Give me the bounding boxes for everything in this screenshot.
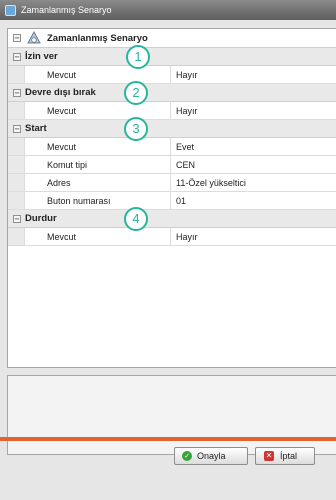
property-row[interactable]: Komut tipi CEN xyxy=(8,156,336,174)
property-name: Buton numarası xyxy=(25,192,171,209)
property-value[interactable]: Evet xyxy=(171,138,336,155)
accent-bar xyxy=(0,437,336,441)
onayla-label: Onayla xyxy=(197,451,226,461)
title-bar: Zamanlanmış Senaryo xyxy=(0,0,336,20)
callout-badge: 2 xyxy=(124,81,148,105)
callout-badge: 4 xyxy=(124,207,148,231)
property-row[interactable]: Mevcut Hayır xyxy=(8,228,336,246)
collapse-icon[interactable]: − xyxy=(13,52,21,61)
callout-badge: 3 xyxy=(124,117,148,141)
section-label: Devre dışı bırak xyxy=(25,87,96,98)
collapse-icon[interactable]: − xyxy=(13,34,21,42)
property-name: Mevcut xyxy=(25,66,171,83)
close-box-icon: ✕ xyxy=(264,451,274,461)
property-value[interactable]: Hayır xyxy=(171,102,336,119)
collapse-icon[interactable]: − xyxy=(13,124,21,133)
property-row[interactable]: Buton numarası 01 xyxy=(8,192,336,210)
property-row[interactable]: Mevcut Hayır xyxy=(8,102,336,120)
property-value[interactable]: 01 xyxy=(171,192,336,209)
section-durdur[interactable]: − Durdur 4 xyxy=(8,207,336,231)
root-label: Zamanlanmış Senaryo xyxy=(47,32,148,44)
property-value[interactable]: CEN xyxy=(171,156,336,173)
callout-badge: 1 xyxy=(126,45,150,69)
section-label: İzin ver xyxy=(25,51,58,62)
property-value[interactable]: Hayır xyxy=(171,66,336,83)
property-grid-root[interactable]: − Zamanlanmış Senaryo xyxy=(8,29,336,48)
property-value[interactable]: Hayır xyxy=(171,228,336,245)
property-value[interactable]: 11-Özel yükseltici xyxy=(171,174,336,191)
property-name: Komut tipi xyxy=(25,156,171,173)
property-row[interactable]: Mevcut Hayır xyxy=(8,66,336,84)
property-name: Mevcut xyxy=(25,138,171,155)
section-devre-disi-birak[interactable]: − Devre dışı bırak 2 xyxy=(8,81,336,105)
section-label: Durdur xyxy=(25,213,57,224)
onayla-button[interactable]: ✓ Onayla xyxy=(174,447,248,465)
section-izin-ver[interactable]: − İzin ver 1 xyxy=(8,45,336,69)
dialog-body: − Zamanlanmış Senaryo − İzin ver 1 Mevcu… xyxy=(0,20,336,500)
property-row[interactable]: Mevcut Evet xyxy=(8,138,336,156)
section-label: Start xyxy=(25,123,47,134)
check-circle-icon: ✓ xyxy=(182,451,192,461)
section-start[interactable]: − Start 3 xyxy=(8,117,336,141)
app-icon xyxy=(5,4,16,16)
collapse-icon[interactable]: − xyxy=(13,214,21,223)
collapse-icon[interactable]: − xyxy=(13,88,21,97)
iptal-label: İptal xyxy=(280,451,298,461)
iptal-button[interactable]: ✕ İptal xyxy=(255,447,315,465)
property-name: Mevcut xyxy=(25,228,171,245)
scenario-timer-icon xyxy=(27,31,41,44)
description-panel xyxy=(7,375,336,455)
window-title: Zamanlanmış Senaryo xyxy=(21,5,112,15)
property-grid[interactable]: − Zamanlanmış Senaryo − İzin ver 1 Mevcu… xyxy=(7,28,336,368)
property-name: Adres xyxy=(25,174,171,191)
property-row[interactable]: Adres 11-Özel yükseltici xyxy=(8,174,336,192)
property-name: Mevcut xyxy=(25,102,171,119)
